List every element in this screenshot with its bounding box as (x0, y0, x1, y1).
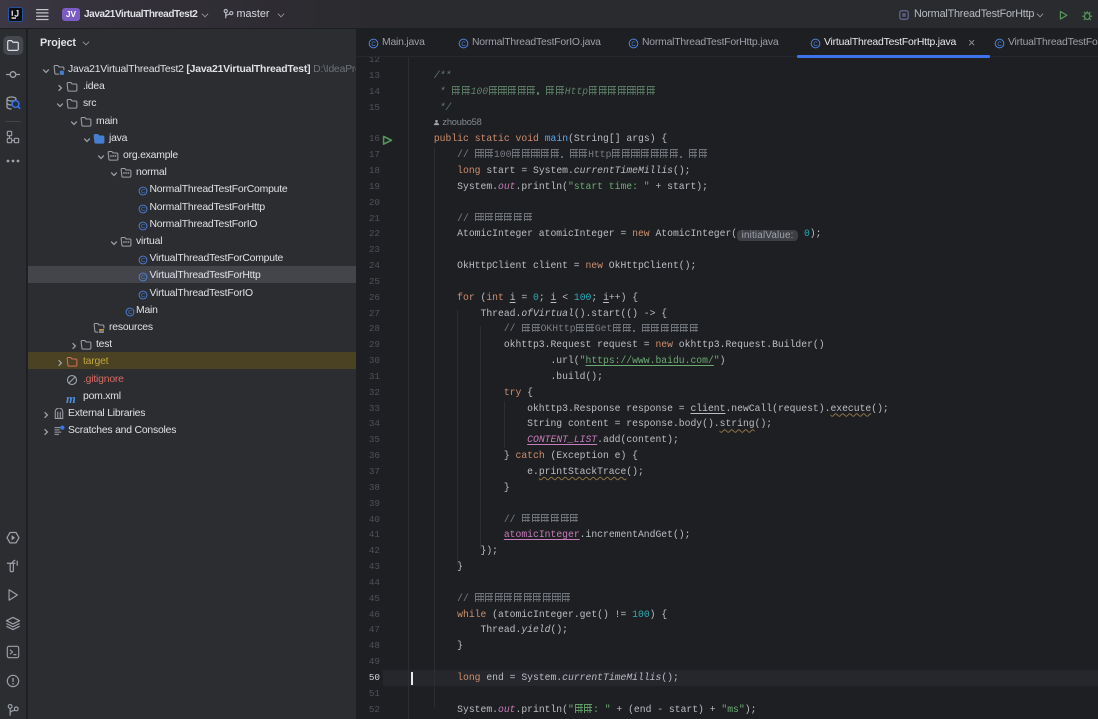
svg-text:C: C (141, 190, 145, 196)
svg-text:C: C (461, 41, 466, 47)
svg-text:C: C (141, 258, 145, 264)
svg-text:C: C (141, 207, 145, 213)
svg-text:C: C (141, 293, 145, 299)
svg-text:C: C (631, 41, 636, 47)
svg-text:C: C (371, 41, 376, 47)
svg-text:C: C (997, 41, 1002, 47)
svg-text:C: C (141, 276, 145, 282)
svg-text:C: C (128, 310, 132, 316)
svg-text:C: C (813, 41, 818, 47)
svg-text:C: C (141, 224, 145, 230)
